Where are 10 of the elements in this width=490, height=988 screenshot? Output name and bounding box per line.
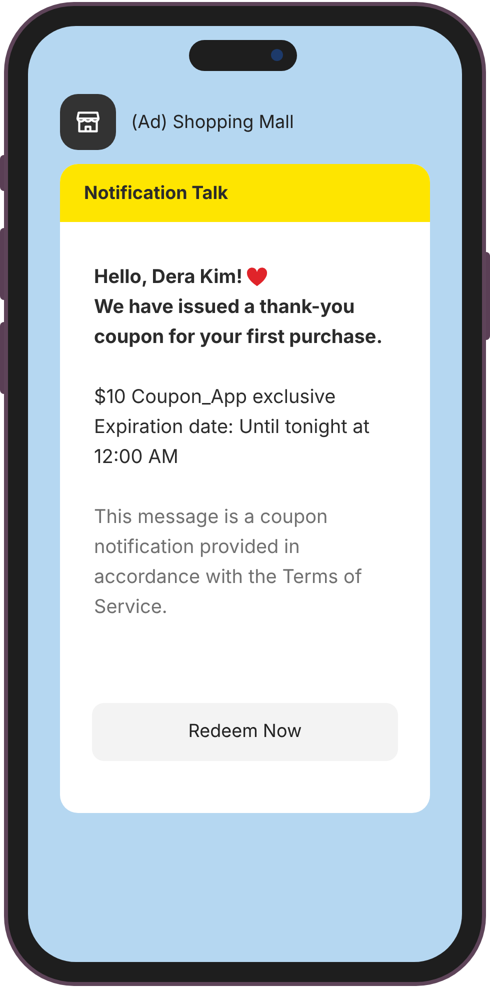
notice-text: This message is a coupon notification provided in accordance with the Terms of Service. xyxy=(94,504,363,620)
header-title: Notification Talk xyxy=(84,182,228,206)
coupon-detail: Expiration date: Until tonight at 12:00 AM xyxy=(94,414,371,470)
sender-name: (Ad) Shopping Mall xyxy=(131,110,294,134)
headline: We have issued a thank-you coupon for your first purchase. xyxy=(94,294,384,350)
redeem-button[interactable]: Redeem Now xyxy=(92,703,398,761)
greeting: Hello, Dera Kim! xyxy=(94,264,242,290)
coupon-detail: $10 Coupon_App exclusive xyxy=(94,384,337,410)
heart-icon xyxy=(246,267,268,287)
store-icon xyxy=(60,94,116,150)
